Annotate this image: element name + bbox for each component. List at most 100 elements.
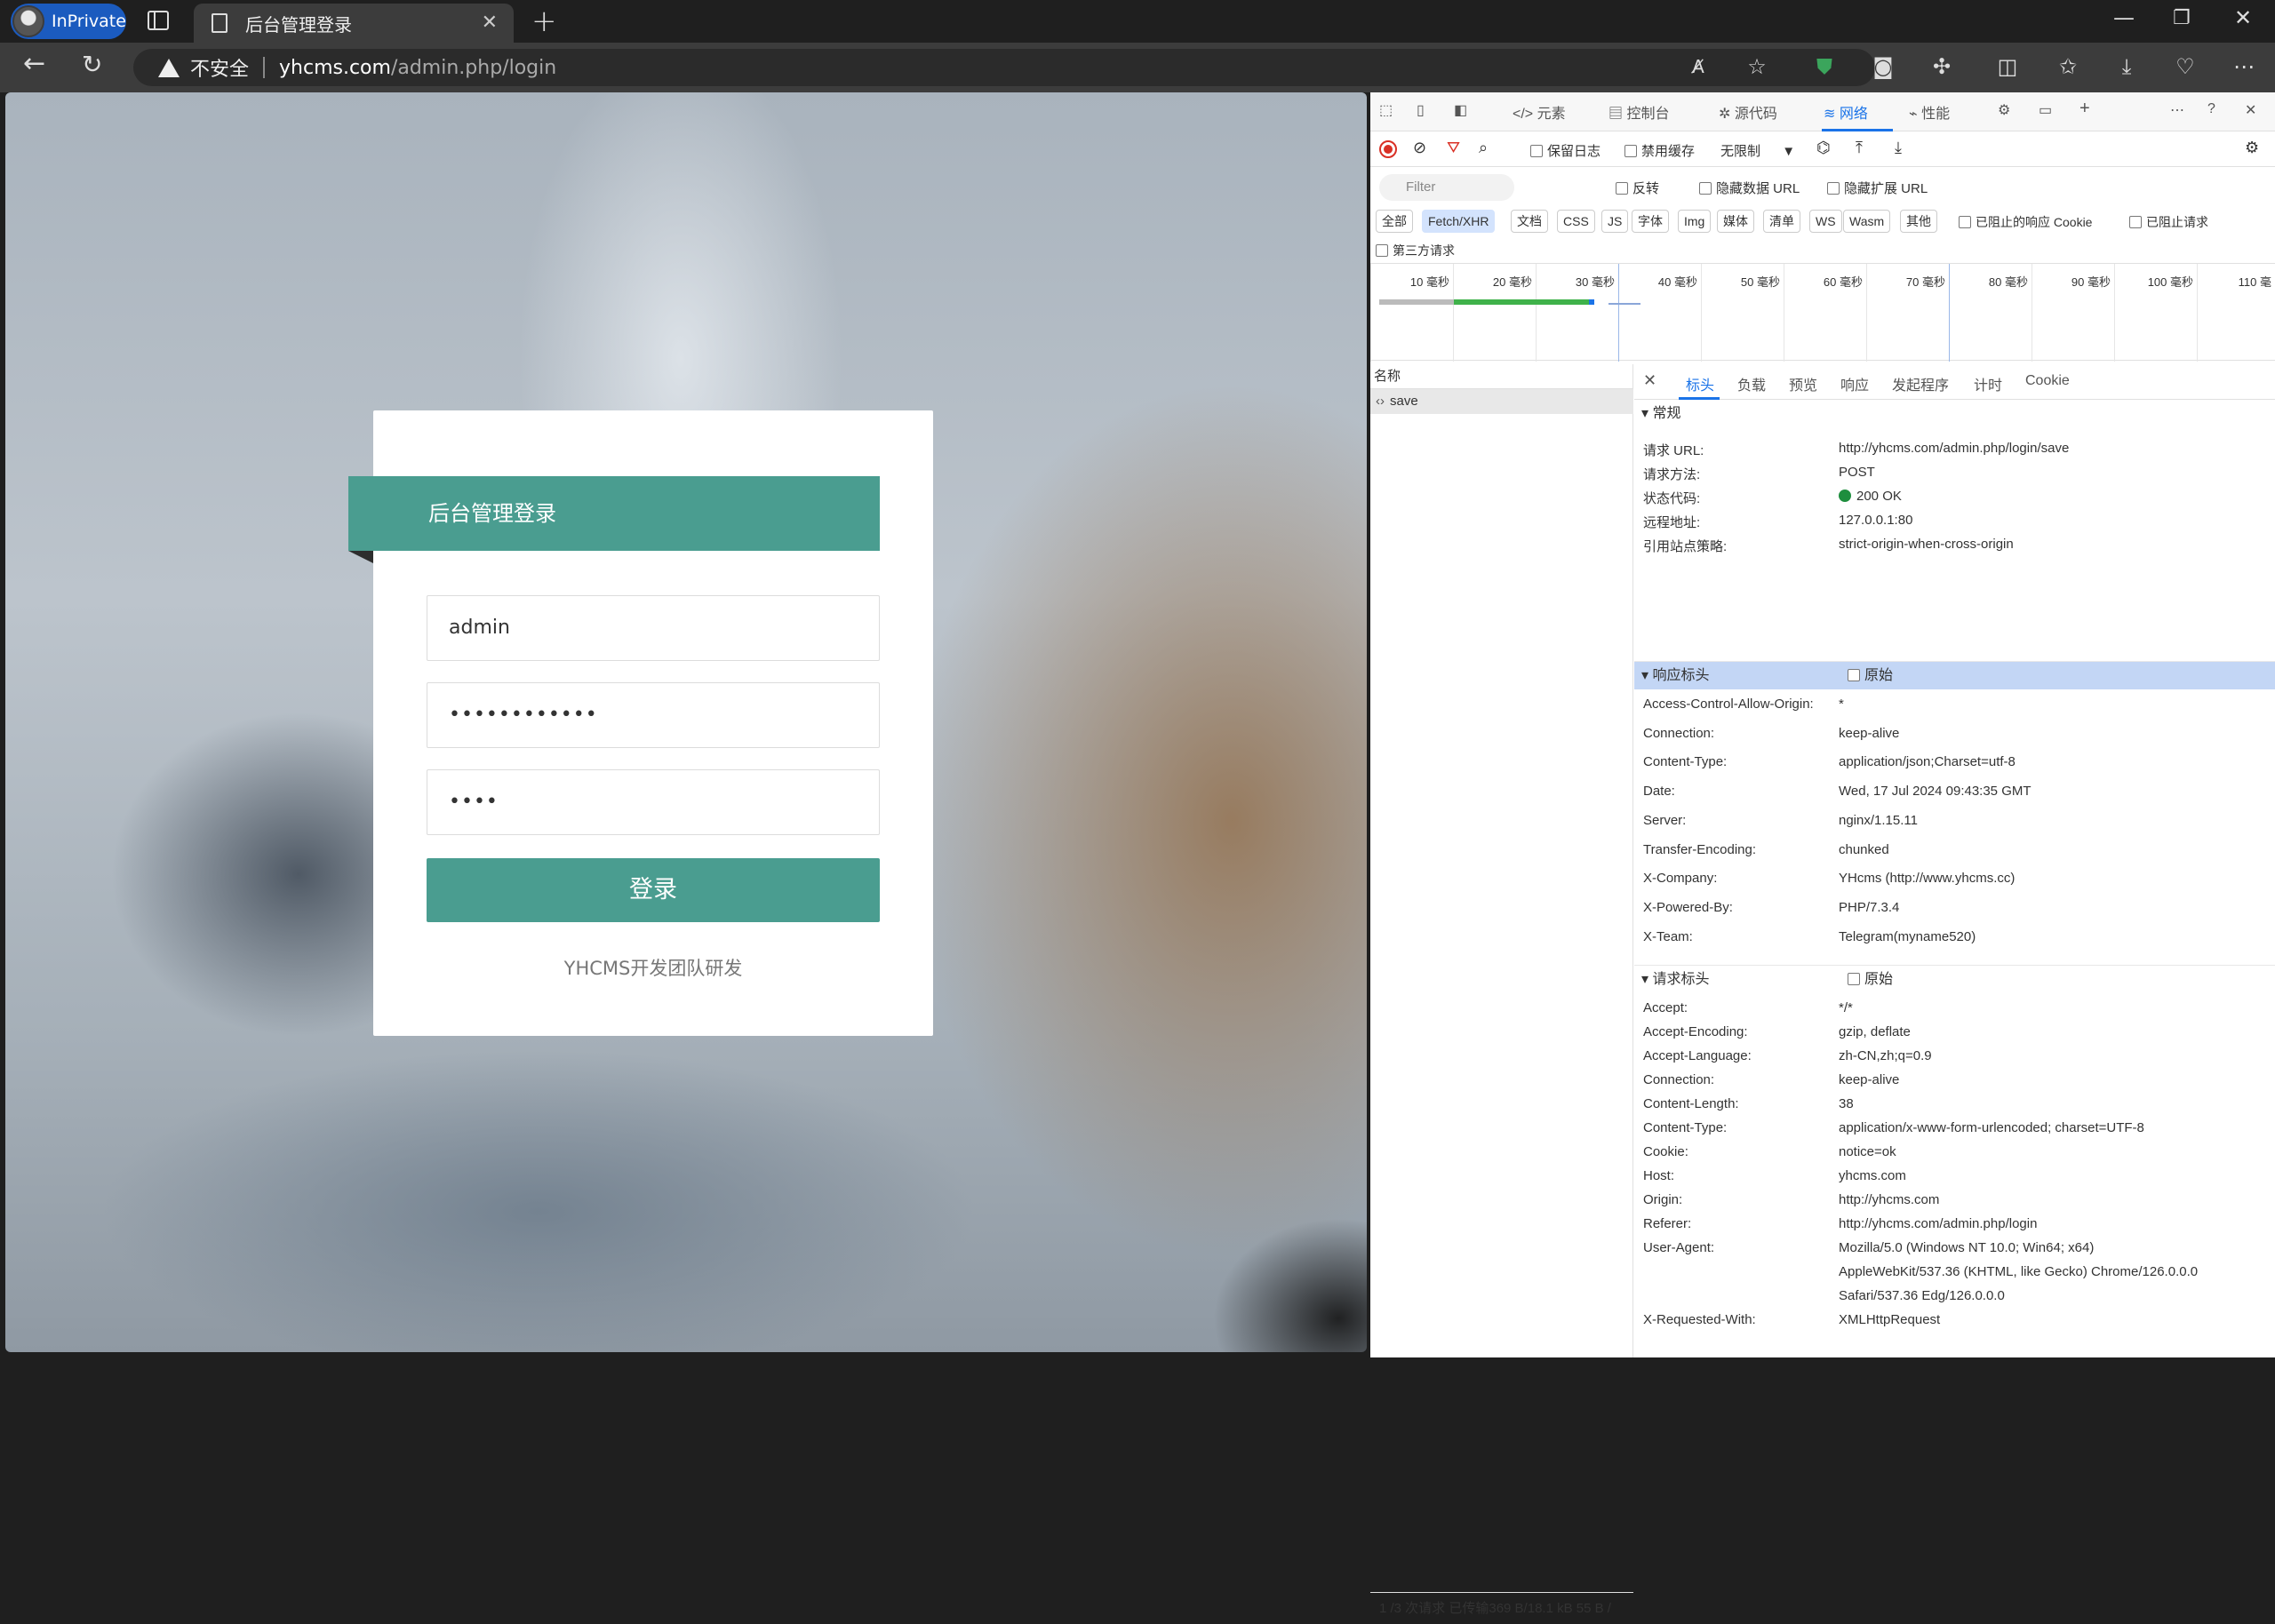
- minimize-button[interactable]: —: [2113, 5, 2135, 30]
- tab-payload[interactable]: 负载: [1737, 373, 1766, 394]
- password-input[interactable]: ••••••••••••: [427, 682, 880, 748]
- header-value[interactable]: PHP/7.3.4: [1839, 900, 1899, 915]
- more-tools-icon[interactable]: +: [2079, 99, 2090, 119]
- tab-actions-icon[interactable]: [148, 11, 169, 30]
- back-button[interactable]: ←: [23, 48, 45, 79]
- header-value[interactable]: 38: [1839, 1096, 1854, 1111]
- header-value[interactable]: gzip, deflate: [1839, 1024, 1911, 1039]
- tab-console[interactable]: ▤ 控制台: [1608, 101, 1669, 123]
- tab-preview[interactable]: 预览: [1789, 373, 1817, 394]
- restore-button[interactable]: ❐: [2173, 7, 2191, 29]
- settings-more-icon[interactable]: ⋯: [2232, 55, 2255, 78]
- address-bar[interactable]: 不安全 yhcms.com/admin.php/login: [133, 49, 1875, 86]
- menu-icon[interactable]: ⋯: [2170, 101, 2184, 119]
- network-conditions-icon[interactable]: ⌬: [1816, 139, 1831, 157]
- tab-response[interactable]: 响应: [1840, 373, 1869, 394]
- invert-checkbox[interactable]: 反转: [1616, 179, 1659, 197]
- username-input[interactable]: admin: [427, 595, 880, 661]
- request-row[interactable]: ‹› save: [1370, 389, 1633, 414]
- header-value[interactable]: keep-alive: [1839, 726, 1899, 741]
- throttle-select[interactable]: 无限制 ▼: [1720, 141, 1795, 160]
- tab-headers[interactable]: 标头: [1686, 373, 1714, 394]
- header-value[interactable]: AppleWebKit/537.36 (KHTML, like Gecko) C…: [1839, 1264, 2198, 1279]
- help-icon[interactable]: ?: [2207, 101, 2215, 117]
- security-label[interactable]: 不安全: [190, 53, 249, 82]
- third-party-checkbox[interactable]: 第三方请求: [1376, 242, 1455, 259]
- header-value[interactable]: nginx/1.15.11: [1839, 813, 1918, 828]
- close-detail-icon[interactable]: ✕: [1643, 371, 1656, 390]
- export-har-icon[interactable]: ⤓: [1895, 139, 1902, 157]
- preserve-log-checkbox[interactable]: 保留日志: [1530, 141, 1600, 160]
- filter-input[interactable]: Filter: [1379, 174, 1514, 201]
- login-button[interactable]: 登录: [427, 858, 880, 922]
- chip-doc[interactable]: 文档: [1511, 210, 1548, 233]
- import-har-icon[interactable]: ⤒: [1856, 139, 1863, 157]
- header-value[interactable]: XMLHttpRequest: [1839, 1312, 1940, 1327]
- blocked-requests-checkbox[interactable]: 已阻止请求: [2129, 213, 2208, 231]
- raw-request-checkbox[interactable]: 原始: [1848, 966, 1893, 994]
- extension-icon[interactable]: ◙: [1872, 55, 1895, 78]
- chip-other[interactable]: 其他: [1900, 210, 1937, 233]
- header-value[interactable]: application/json;Charset=utf-8: [1839, 754, 2016, 769]
- tab-cookies[interactable]: Cookie: [2025, 373, 2070, 389]
- search-icon[interactable]: ⌕: [1479, 139, 1488, 157]
- tab-network[interactable]: ≋ 网络: [1824, 101, 1868, 123]
- chip-wasm[interactable]: Wasm: [1843, 210, 1891, 233]
- browser-tab[interactable]: 后台管理登录 ✕: [194, 4, 514, 43]
- close-window-button[interactable]: ✕: [2234, 5, 2252, 30]
- tab-sources[interactable]: ✲ 源代码: [1719, 101, 1777, 123]
- chip-ws[interactable]: WS: [1809, 210, 1842, 233]
- hide-extension-url-checkbox[interactable]: 隐藏扩展 URL: [1827, 179, 1928, 197]
- tab-initiator[interactable]: 发起程序: [1892, 373, 1949, 394]
- blocked-cookies-checkbox[interactable]: 已阻止的响应 Cookie: [1959, 213, 2092, 231]
- chip-css[interactable]: CSS: [1557, 210, 1595, 233]
- header-value[interactable]: Safari/537.36 Edg/126.0.0.0: [1839, 1288, 2005, 1303]
- downloads-icon[interactable]: ⤓: [2115, 55, 2138, 78]
- header-value[interactable]: http://yhcms.com/admin.php/login: [1839, 1216, 2037, 1231]
- inspect-icon[interactable]: ⬚: [1379, 101, 1393, 119]
- device-toggle-icon[interactable]: ▯: [1417, 101, 1425, 119]
- header-value[interactable]: http://yhcms.com/admin.php/login/save: [1839, 441, 2069, 456]
- name-column-header[interactable]: 名称: [1370, 364, 1633, 389]
- browser-essentials-icon[interactable]: ♡: [2174, 55, 2197, 78]
- network-timeline[interactable]: 10 毫秒 20 毫秒 30 毫秒 40 毫秒 50 毫秒 60 毫秒 70 毫…: [1370, 263, 2275, 362]
- chip-img[interactable]: Img: [1678, 210, 1712, 233]
- tab-timing[interactable]: 计时: [1974, 373, 2002, 394]
- extensions-puzzle-icon[interactable]: ✣: [1930, 55, 1953, 78]
- general-section-header[interactable]: ▾ 常规: [1634, 400, 2275, 428]
- refresh-button[interactable]: ↻: [82, 50, 102, 79]
- header-value[interactable]: YHcms (http://www.yhcms.cc): [1839, 871, 2015, 886]
- header-value[interactable]: 200 OK: [1839, 489, 1902, 504]
- header-value[interactable]: notice=ok: [1839, 1144, 1896, 1159]
- header-value[interactable]: keep-alive: [1839, 1072, 1899, 1087]
- header-value[interactable]: Telegram(myname520): [1839, 929, 1976, 944]
- close-tab-icon[interactable]: ✕: [482, 12, 498, 34]
- header-value[interactable]: */*: [1839, 1000, 1853, 1015]
- filter-icon[interactable]: ⛛: [1447, 139, 1460, 157]
- application-icon[interactable]: ▭: [2039, 101, 2052, 119]
- chip-font[interactable]: 字体: [1632, 210, 1669, 233]
- header-value[interactable]: zh-CN,zh;q=0.9: [1839, 1048, 1932, 1063]
- tab-elements[interactable]: </> 元素: [1513, 101, 1566, 123]
- header-value[interactable]: yhcms.com: [1839, 1168, 1906, 1183]
- new-tab-button[interactable]: +: [531, 4, 557, 39]
- favorite-star-icon[interactable]: ☆: [1745, 55, 1768, 78]
- header-value[interactable]: 127.0.0.1:80: [1839, 513, 1912, 528]
- disable-cache-checkbox[interactable]: 禁用缓存: [1624, 141, 1695, 160]
- clear-icon[interactable]: ⊘: [1413, 139, 1426, 157]
- header-value[interactable]: Mozilla/5.0 (Windows NT 10.0; Win64; x64…: [1839, 1240, 2094, 1255]
- record-icon[interactable]: [1379, 140, 1397, 158]
- raw-response-checkbox[interactable]: 原始: [1848, 662, 1893, 690]
- inprivate-badge[interactable]: InPrivate: [11, 4, 126, 39]
- chip-js[interactable]: JS: [1601, 210, 1629, 233]
- captcha-input[interactable]: ••••: [427, 769, 880, 835]
- close-devtools-icon[interactable]: ✕: [2245, 101, 2256, 119]
- header-value[interactable]: application/x-www-form-urlencoded; chars…: [1839, 1120, 2144, 1135]
- chip-all[interactable]: 全部: [1376, 210, 1413, 233]
- response-headers-section-header[interactable]: ▾ 响应标头 原始: [1634, 661, 2275, 689]
- header-value[interactable]: chunked: [1839, 842, 1889, 857]
- network-settings-icon[interactable]: ⚙: [2245, 139, 2259, 157]
- gear-icon[interactable]: ⚙: [1998, 101, 2010, 119]
- dock-icon[interactable]: ◧: [1454, 101, 1467, 119]
- split-screen-icon[interactable]: ◫: [1996, 55, 2019, 78]
